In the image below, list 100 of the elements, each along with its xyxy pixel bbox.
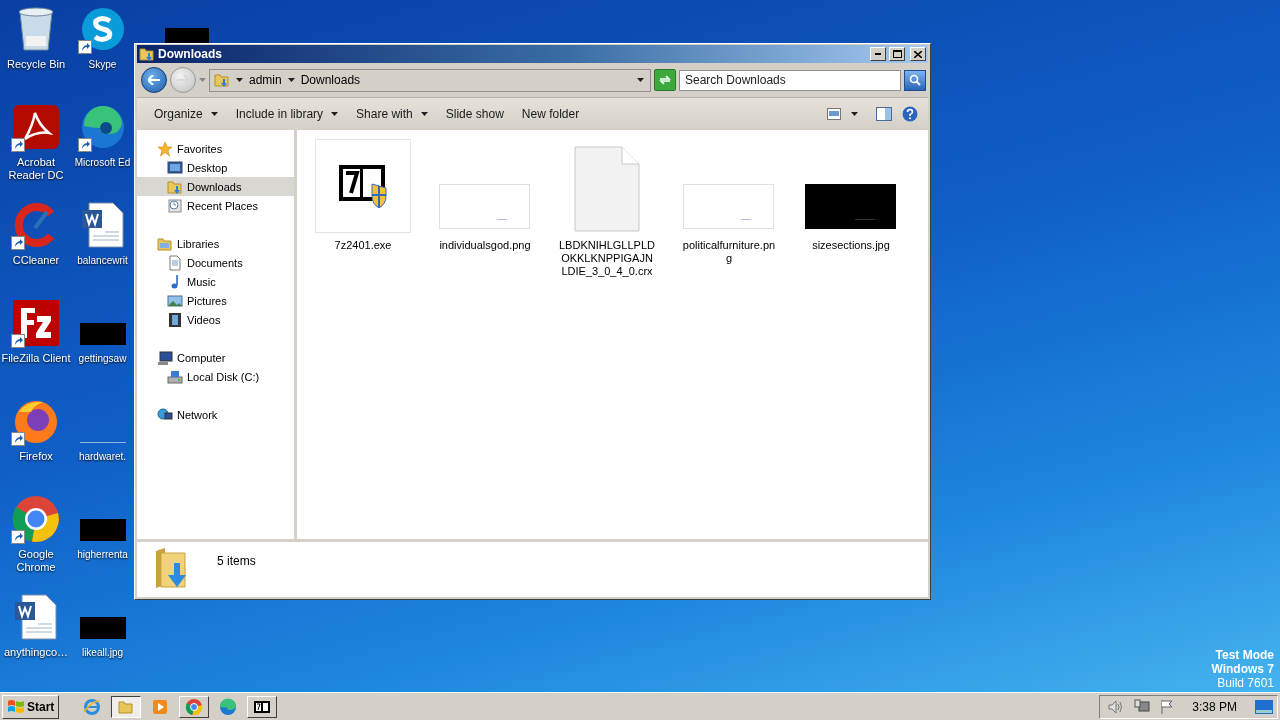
maximize-button[interactable] (889, 47, 905, 61)
desktop-icon-label[interactable]: Recycle Bin (1, 58, 71, 71)
document-icon (167, 254, 183, 271)
desktop-icon-label[interactable]: anythingco… (1, 646, 71, 659)
caret-icon (236, 78, 243, 82)
nav-group-header[interactable]: Libraries (137, 234, 294, 253)
chrome-icon (185, 697, 204, 716)
search-field[interactable]: Search Downloads (679, 69, 901, 91)
desktop-icon-label[interactable]: Google Chrome (1, 548, 71, 574)
downloads-folder-icon (167, 178, 183, 195)
film-strip-icon (167, 311, 183, 328)
redacted-thumbnail (165, 28, 209, 44)
nav-group-header[interactable]: Computer (137, 348, 294, 367)
show-desktop-icon[interactable] (1255, 699, 1273, 714)
windows-logo-icon (7, 698, 25, 715)
nav-item[interactable]: Videos (137, 310, 294, 329)
back-arrow-icon (148, 75, 160, 85)
caret-icon (637, 78, 644, 82)
word-document-icon (14, 594, 58, 640)
desktop-icon-label[interactable]: Skype (72, 58, 132, 71)
nav-item[interactable]: Local Disk (C:) (137, 367, 294, 386)
command-button[interactable]: Include in library (226, 102, 348, 126)
view-icon[interactable] (827, 108, 841, 120)
filezilla-icon (13, 300, 59, 346)
window-title: Downloads (158, 47, 223, 61)
refresh-button[interactable] (654, 69, 676, 91)
thumbnail-line (80, 441, 126, 445)
desktop-icon-label[interactable]: gettingsaw (72, 352, 132, 365)
os-notice-text: Windows 7 (1211, 662, 1274, 676)
preview-pane-icon[interactable] (876, 107, 892, 121)
speaker-icon[interactable] (1108, 699, 1125, 714)
os-notice-text: Build 7601 (1217, 676, 1274, 690)
os-notice-text: Test Mode (1215, 648, 1274, 662)
desktop-icon-label[interactable]: likeall.jpg (72, 646, 132, 659)
minimize-icon (875, 53, 881, 55)
caret-icon (851, 112, 858, 116)
firefox-icon (13, 398, 59, 444)
chrome-icon (12, 495, 60, 543)
desktop-icon-label[interactable]: FileZilla Client (1, 352, 71, 365)
search-button[interactable] (904, 69, 926, 91)
pictures-icon (167, 292, 183, 309)
internet-explorer-icon (83, 697, 102, 716)
nav-item[interactable]: Recent Places (137, 196, 294, 215)
command-button[interactable]: Organize (145, 102, 227, 126)
acrobat-icon (13, 105, 59, 149)
desktop-icon-label[interactable]: Acrobat Reader DC (1, 156, 71, 182)
start-button[interactable]: Start (2, 694, 60, 719)
skype-icon (80, 6, 126, 52)
nav-item[interactable]: Pictures (137, 291, 294, 310)
caret-icon (287, 78, 295, 82)
desktop-icon-label[interactable]: hardwaret. (72, 450, 132, 463)
minimize-button[interactable] (870, 47, 886, 61)
nav-item[interactable]: Documents (137, 253, 294, 272)
back-button[interactable] (141, 67, 167, 93)
redacted-thumbnail (80, 617, 126, 639)
desktop-icon (167, 159, 183, 176)
address-bar[interactable]: admin Downloads (209, 68, 651, 92)
file-name[interactable]: sizesections.jpg (803, 239, 899, 252)
breadcrumb[interactable]: admin (249, 73, 282, 87)
folder-icon (118, 698, 135, 715)
close-button[interactable] (910, 47, 926, 61)
network-icon[interactable] (1134, 698, 1151, 715)
nav-item[interactable]: Downloads (137, 177, 294, 196)
archive-installer-icon (338, 164, 388, 208)
desktop-icon-label[interactable]: balancewrit (72, 254, 132, 267)
file-name[interactable]: LBDKNIHLGLLPLDOKKLKNPPIGAJNLDIE_3_0_4_0.crx (559, 239, 655, 278)
redacted-thumbnail (80, 323, 126, 345)
desktop-icon-label[interactable]: Firefox (1, 450, 71, 463)
nav-group-header[interactable]: Favorites (137, 139, 294, 158)
refresh-icon (659, 75, 671, 85)
file-name[interactable]: politicalfurniture.png (681, 239, 777, 265)
recent-places-icon (167, 197, 183, 214)
star-icon (157, 140, 173, 157)
help-icon[interactable] (902, 106, 918, 122)
file-name[interactable]: individualsgod.png (437, 239, 533, 252)
edge-icon (80, 104, 126, 150)
nav-group-header[interactable]: Network (137, 405, 294, 424)
file-name[interactable]: 7z2401.exe (315, 239, 411, 252)
nav-item[interactable]: Music (137, 272, 294, 291)
desktop-icon-label[interactable]: Microsoft Ed (72, 156, 132, 169)
close-icon (914, 50, 922, 58)
nav-item[interactable]: Desktop (137, 158, 294, 177)
desktop-icon-label[interactable]: higherrenta (72, 548, 132, 561)
word-document-icon (81, 202, 125, 248)
command-button[interactable]: New folder (512, 102, 589, 126)
command-button[interactable]: Slide show (436, 102, 513, 126)
caret-icon (331, 112, 339, 116)
forward-arrow-icon (177, 75, 189, 85)
desktop-icon-label[interactable]: CCleaner (1, 254, 71, 267)
command-button[interactable]: Share with (347, 102, 437, 126)
breadcrumb[interactable]: Downloads (300, 73, 361, 87)
blank-file-icon (574, 146, 640, 232)
library-folder-icon (157, 235, 173, 252)
downloads-folder-icon (214, 72, 230, 88)
clock[interactable]: 3:38 PM (1192, 699, 1237, 714)
taskbar-app-button[interactable] (111, 695, 142, 718)
computer-icon (157, 349, 173, 366)
maximize-icon (892, 50, 902, 58)
flag-icon[interactable] (1160, 698, 1175, 715)
item-count: 5 items (217, 554, 256, 568)
